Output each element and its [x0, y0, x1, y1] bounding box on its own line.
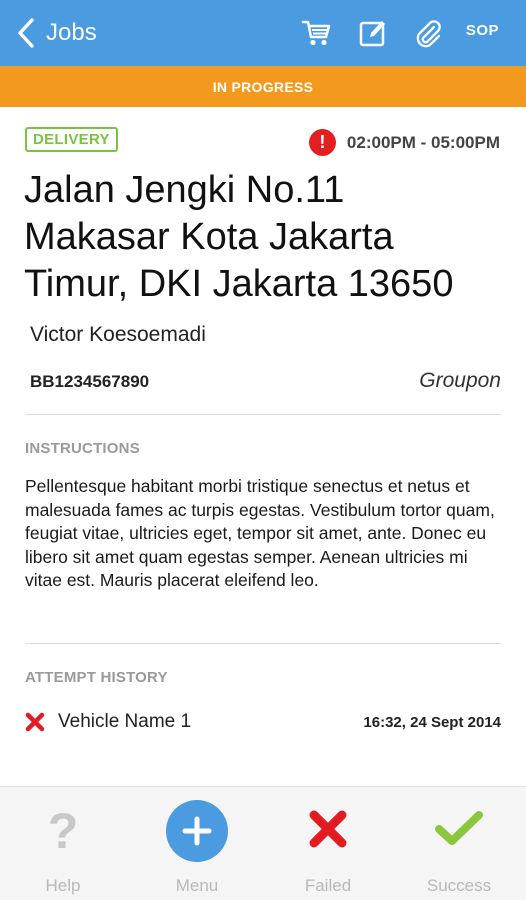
bottom-toolbar: ? Help Menu Failed Success: [0, 786, 526, 900]
instructions-title: INSTRUCTIONS: [25, 440, 140, 457]
divider: [25, 643, 501, 644]
failed-x-icon: [308, 809, 348, 854]
address-line: Jalan Jengki No.11: [24, 169, 345, 211]
status-label: IN PROGRESS: [212, 78, 314, 95]
paperclip-icon[interactable]: [412, 17, 444, 49]
job-type-badge: DELIVERY: [25, 127, 118, 152]
address-line: Timur, DKI Jakarta 13650: [24, 263, 454, 305]
menu-button[interactable]: Menu: [137, 797, 257, 897]
back-button[interactable]: Jobs: [12, 13, 97, 53]
attempt-time: 16:32, 24 Sept 2014: [363, 713, 501, 731]
divider: [25, 414, 501, 415]
cart-icon[interactable]: [300, 17, 332, 49]
tracking-number: BB1234567890: [30, 372, 150, 391]
instructions-text: Pellentesque habitant morbi tristique se…: [25, 476, 495, 590]
plus-icon: [166, 800, 228, 862]
success-button[interactable]: Success: [399, 797, 519, 897]
back-label: Jobs: [46, 19, 97, 46]
menu-label: Menu: [175, 876, 219, 895]
failed-label: Failed: [304, 876, 352, 895]
alert-icon: !: [308, 129, 336, 156]
chevron-left-icon: [12, 13, 40, 53]
failed-x-icon: [25, 712, 45, 732]
time-window: ! 02:00PM - 05:00PM: [308, 129, 500, 156]
sop-button[interactable]: SOP: [466, 22, 499, 39]
contact-name: Victor Koesoemadi: [30, 323, 206, 346]
success-label: Success: [426, 876, 492, 895]
help-label: Help: [45, 876, 81, 895]
attempt-vehicle: Vehicle Name 1: [58, 711, 192, 732]
help-button[interactable]: ? Help: [3, 797, 123, 897]
top-bar: Jobs SOP: [0, 0, 526, 66]
checkmark-icon: [434, 809, 484, 854]
attempt-history-item[interactable]: Vehicle Name 1 16:32, 24 Sept 2014: [25, 707, 501, 737]
merchant-name: Groupon: [419, 369, 501, 392]
edit-icon[interactable]: [357, 17, 389, 49]
address-line: Makasar Kota Jakarta: [24, 216, 394, 258]
failed-button[interactable]: Failed: [268, 797, 388, 897]
attempt-history-title: ATTEMPT HISTORY: [25, 669, 168, 686]
time-window-label: 02:00PM - 05:00PM: [346, 132, 500, 152]
status-bar: IN PROGRESS: [0, 66, 526, 107]
question-mark-icon: ?: [47, 803, 79, 859]
delivery-address: Jalan Jengki No.11 Makasar Kota Jakarta …: [24, 167, 504, 308]
